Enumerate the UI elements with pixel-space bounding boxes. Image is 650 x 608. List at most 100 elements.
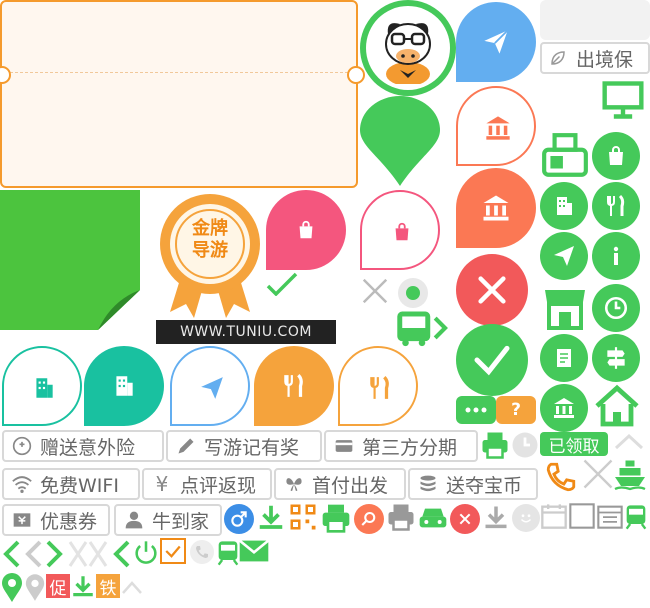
shopping-bag-icon (266, 190, 346, 270)
bus-icon (394, 308, 450, 352)
tag-niu-arrival-label: 牛到家 (152, 510, 210, 533)
power-icon[interactable] (132, 538, 160, 572)
blank-card-icon (568, 502, 596, 534)
ticket-divider (10, 72, 348, 73)
home-icon (592, 382, 642, 434)
tag-first-payment: 首付出发 (274, 468, 406, 500)
printer-icon[interactable] (320, 502, 352, 538)
gcircle-fork-knife[interactable] (592, 182, 640, 230)
calendar-icon (540, 502, 568, 534)
badge-received: 已领取 (540, 432, 608, 457)
chevron-up-icon[interactable] (120, 578, 144, 600)
tag-free-wifi: 免费WIFI (2, 468, 140, 500)
user-icon (122, 508, 146, 532)
gift-icon (10, 434, 34, 458)
gcircle-signpost[interactable] (592, 334, 640, 382)
document-icon (557, 349, 571, 367)
download-icon[interactable] (482, 502, 510, 536)
tag-niu-arrival: 牛到家 (114, 504, 222, 536)
chevron-left-icon[interactable] (110, 538, 132, 574)
gcircle-bank[interactable] (540, 384, 588, 432)
tag-review-cashback: ¥ 点评返现 (142, 468, 272, 500)
shop-icon (540, 284, 590, 336)
phone-icon (190, 540, 214, 564)
pin-fork-knife-outline[interactable] (338, 346, 418, 426)
chevron-up-icon[interactable] (612, 430, 646, 456)
pin-bank-outline[interactable] (456, 86, 536, 166)
pin-shopping-bag-pink[interactable] (266, 190, 346, 270)
question-icon[interactable]: ? (496, 396, 536, 424)
badge-special: 铁 (96, 574, 120, 599)
tag-coupons: 优惠券 (2, 504, 110, 536)
printer-icon[interactable] (386, 502, 416, 536)
signpost-icon (607, 347, 625, 369)
badge-promo: 促 (46, 574, 70, 599)
gcircle-shopping-bag[interactable] (592, 132, 640, 180)
tag-free-wifi-label: 免费WIFI (40, 474, 119, 497)
smile-icon (512, 504, 540, 532)
pin-building-solid[interactable] (84, 346, 164, 426)
fork-knife-icon (254, 346, 334, 426)
pin-shopping-bag-outline[interactable] (360, 190, 440, 270)
leaf-icon (546, 46, 570, 70)
mascot-cow-icon (366, 6, 450, 90)
paper-plane-icon (456, 2, 536, 82)
tag-gift-insurance-label: 赠送意外险 (40, 436, 136, 459)
bank-icon (456, 168, 536, 248)
chevron-left-icon[interactable] (0, 538, 22, 574)
ticket-notch-right (347, 66, 365, 84)
checkbox-icon[interactable] (160, 538, 186, 564)
close-icon[interactable] (450, 504, 480, 534)
tag-travel-notes-label: 写游记有奖 (204, 436, 300, 459)
close-icon[interactable] (66, 538, 110, 574)
chevron-right-icon[interactable] (44, 538, 66, 574)
radio-indicator[interactable] (398, 278, 428, 308)
location-icon (0, 572, 24, 608)
chat-icon[interactable] (456, 396, 496, 424)
car-icon (416, 502, 450, 538)
close-icon[interactable] (580, 456, 616, 496)
close-circle-button[interactable] (456, 254, 528, 326)
search-icon[interactable] (354, 504, 384, 534)
gcircle-building[interactable] (540, 182, 588, 230)
qrcode-icon[interactable] (288, 502, 318, 536)
tag-installment: 第三方分期 (324, 430, 478, 462)
chevron-left-icon[interactable] (22, 538, 44, 574)
green-plane-check-icon (266, 272, 306, 300)
wifi-icon (10, 472, 34, 496)
medal-line-2: 导游 (192, 240, 228, 261)
pin-fork-knife-solid[interactable] (254, 346, 334, 426)
mail-icon[interactable] (238, 538, 270, 568)
placeholder-grey-block (540, 0, 650, 40)
train-icon (622, 502, 650, 536)
badge-out-of-country-label: 出境保 (576, 48, 634, 71)
shopping-bag-icon (609, 146, 623, 165)
download-icon[interactable] (256, 502, 286, 536)
tag-installment-label: 第三方分期 (362, 436, 458, 459)
gcircle-info[interactable] (592, 232, 640, 280)
gcircle-clock[interactable] (592, 284, 640, 332)
pin-paper-plane-outline[interactable] (170, 346, 250, 426)
gcircle-document[interactable] (540, 334, 588, 382)
bank-icon (554, 398, 574, 418)
gcircle-paper-plane[interactable] (540, 232, 588, 280)
info-icon (613, 246, 619, 265)
pen-icon (174, 434, 198, 458)
clock-icon (510, 430, 540, 464)
monitor-icon (600, 78, 646, 126)
pin-paper-plane-blue[interactable] (456, 2, 536, 82)
tag-review-cashback-label: 点评返现 (180, 474, 257, 497)
printer-icon (480, 430, 510, 464)
check-circle-button[interactable] (456, 324, 528, 396)
pin-bank-solid[interactable] (456, 168, 536, 248)
calendar-icon (596, 502, 624, 534)
fax-icon (540, 130, 590, 186)
green-corner-fold (0, 190, 140, 330)
close-icon (478, 276, 506, 304)
close-icon[interactable] (360, 276, 390, 310)
building-icon (4, 348, 84, 428)
pin-building-outline[interactable] (2, 346, 82, 426)
download-icon[interactable] (70, 572, 96, 604)
shopping-bag-icon (362, 192, 442, 272)
clock-icon (604, 296, 628, 320)
